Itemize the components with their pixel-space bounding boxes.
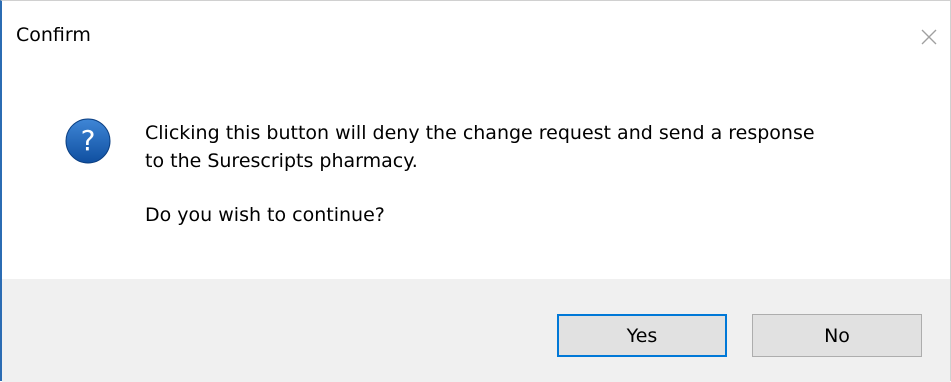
dialog-content: ? Clicking this button will deny the cha… [2, 73, 950, 279]
button-bar: Yes No [2, 279, 950, 382]
dialog-title: Confirm [16, 24, 91, 46]
confirm-prompt: Do you wish to continue? [145, 204, 385, 226]
confirm-dialog: Confirm ? Clicking this button will deny… [0, 0, 951, 382]
message-line-1: Clicking this button will deny the chang… [145, 122, 815, 144]
message-text: Clicking this button will deny the chang… [145, 119, 905, 229]
message-line-2: to the Surescripts pharmacy. [145, 150, 418, 172]
close-button[interactable] [910, 19, 950, 55]
no-button[interactable]: No [752, 314, 922, 357]
question-icon: ? [64, 117, 112, 165]
svg-text:?: ? [81, 124, 96, 157]
yes-button[interactable]: Yes [557, 314, 727, 357]
close-icon [921, 29, 937, 45]
title-bar: Confirm [2, 1, 950, 73]
